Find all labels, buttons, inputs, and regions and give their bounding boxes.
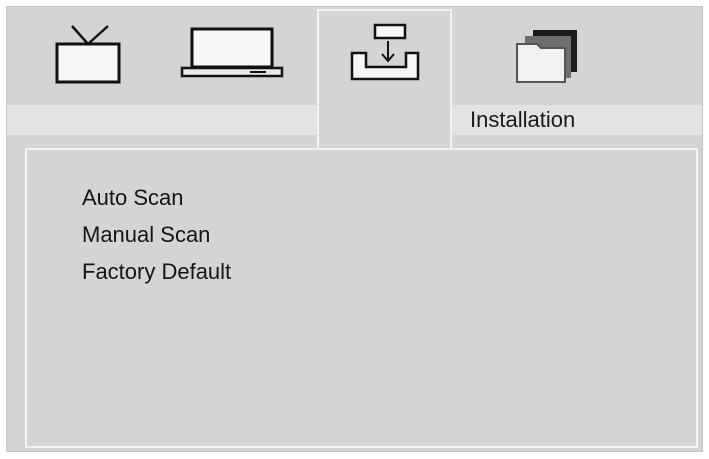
tv-icon <box>55 25 121 84</box>
folders-icon <box>516 30 577 83</box>
menu-item-manual-scan[interactable]: Manual Scan <box>82 216 231 253</box>
tab-media[interactable] <box>502 7 592 101</box>
menu-list: Auto Scan Manual Scan Factory Default <box>82 179 231 290</box>
menu-panel: Auto Scan Manual Scan Factory Default <box>25 148 698 448</box>
monitor-icon <box>180 27 284 78</box>
menu-item-auto-scan[interactable]: Auto Scan <box>82 179 231 216</box>
tab-display[interactable] <box>177 7 287 101</box>
tab-installation[interactable] <box>317 9 452 149</box>
menu-item-factory-default[interactable]: Factory Default <box>82 253 231 290</box>
osd-menu-screen: Installation Auto Scan Manual Scan Facto… <box>6 6 703 452</box>
tab-tv[interactable] <box>43 7 133 101</box>
active-tab-title: Installation <box>470 107 576 132</box>
install-icon <box>350 23 419 81</box>
